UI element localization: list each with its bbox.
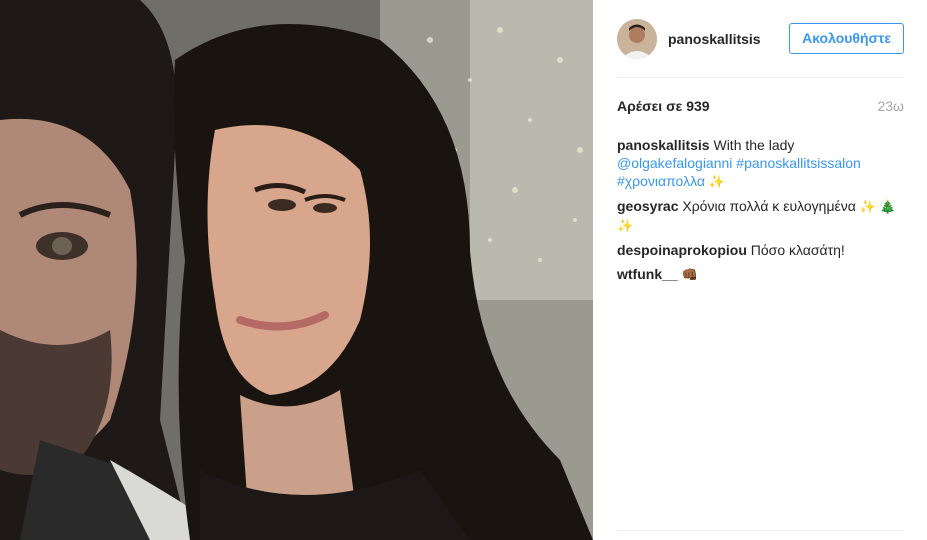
- caption-username[interactable]: panoskallitsis: [617, 137, 710, 153]
- comment-username[interactable]: wtfunk__: [617, 266, 678, 282]
- caption-mention[interactable]: @olgakefalogianni: [617, 155, 732, 171]
- likes-row: Αρέσει σε 939 23ω: [617, 98, 904, 116]
- comment-text: Χρόνια πολλά κ ευλογημένα: [682, 198, 856, 214]
- post-time[interactable]: 23ω: [877, 98, 904, 114]
- post-photo[interactable]: [0, 0, 593, 540]
- caption-hashtag[interactable]: #panoskallitsissalon: [736, 155, 861, 171]
- author-avatar[interactable]: [617, 19, 657, 59]
- avatar-image: [617, 19, 657, 59]
- comment-item: geosyrac Χρόνια πολλά κ ευλογημένα ✨ 🎄✨: [617, 197, 904, 235]
- caption: panoskallitsis With the lady @olgakefalo…: [617, 136, 904, 191]
- author-username[interactable]: panoskallitsis: [668, 31, 761, 47]
- follow-button[interactable]: Ακολουθήστε: [789, 23, 904, 54]
- post-sidebar: panoskallitsis Ακολουθήστε Αρέσει σε 939…: [593, 0, 927, 540]
- header-divider: [617, 77, 904, 78]
- comment-text: Πόσο κλασάτη!: [750, 242, 845, 258]
- caption-hashtag[interactable]: #χρονιαπολλα: [617, 173, 705, 189]
- caption-text: With the lady: [713, 137, 795, 153]
- post-header: panoskallitsis Ακολουθήστε: [617, 19, 904, 59]
- comment-item: despoinaprokopiou Πόσο κλασάτη!: [617, 241, 904, 259]
- sparkles-icon: ✨: [708, 174, 726, 189]
- fist-bump-icon: 👊🏾: [681, 267, 698, 282]
- likes-count[interactable]: Αρέσει σε 939: [617, 98, 710, 114]
- comment-username[interactable]: geosyrac: [617, 198, 678, 214]
- footer-divider: [617, 530, 904, 531]
- comments-list: panoskallitsis With the lady @olgakefalo…: [617, 136, 904, 290]
- post-photo-illustration: [0, 0, 593, 540]
- comment-username[interactable]: despoinaprokopiou: [617, 242, 747, 258]
- comment-item: wtfunk__ 👊🏾: [617, 265, 904, 284]
